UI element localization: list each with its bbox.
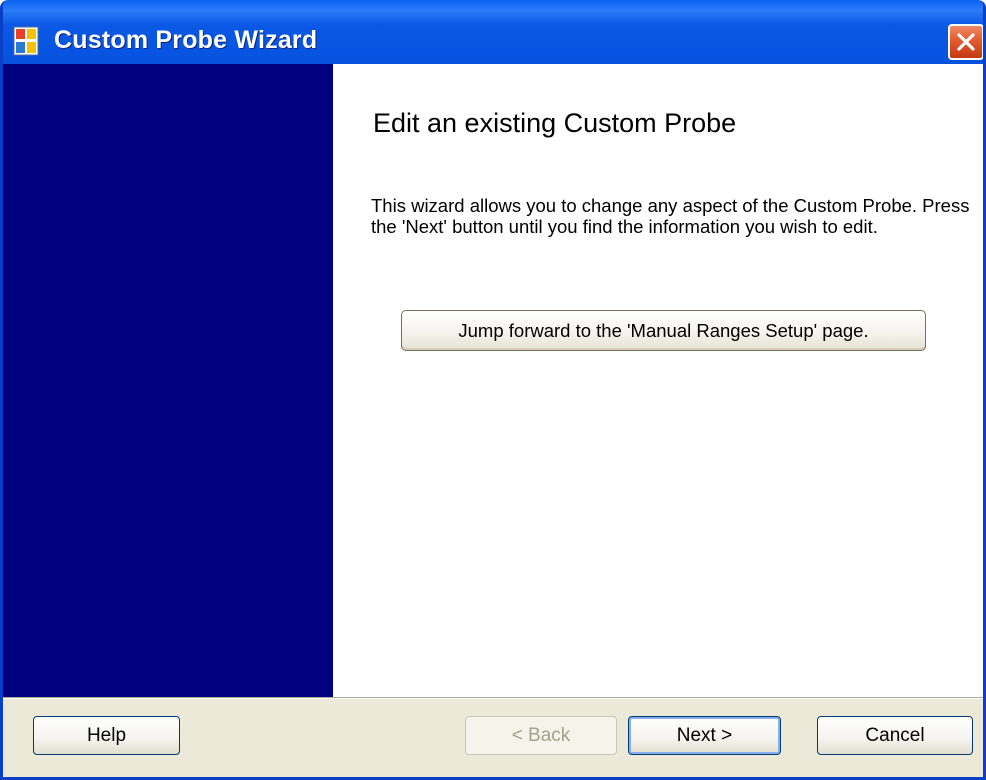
window-title: Custom Probe Wizard bbox=[54, 26, 318, 54]
page-description: This wizard allows you to change any asp… bbox=[371, 195, 970, 237]
close-icon bbox=[957, 33, 975, 51]
wizard-window: Custom Probe Wizard Edit an existing Cus… bbox=[0, 0, 986, 780]
wizard-content-panel: Edit an existing Custom Probe This wizar… bbox=[333, 64, 983, 697]
next-button[interactable]: Next > bbox=[628, 716, 781, 755]
cancel-button[interactable]: Cancel bbox=[817, 716, 973, 755]
help-button[interactable]: Help bbox=[33, 716, 180, 755]
close-button[interactable] bbox=[948, 24, 983, 60]
back-button: < Back bbox=[465, 716, 617, 755]
wizard-app-icon bbox=[13, 26, 39, 56]
jump-to-manual-ranges-button[interactable]: Jump forward to the 'Manual Ranges Setup… bbox=[401, 310, 926, 351]
footer-divider bbox=[3, 697, 983, 699]
page-title: Edit an existing Custom Probe bbox=[373, 108, 737, 138]
wizard-side-panel bbox=[3, 64, 333, 697]
